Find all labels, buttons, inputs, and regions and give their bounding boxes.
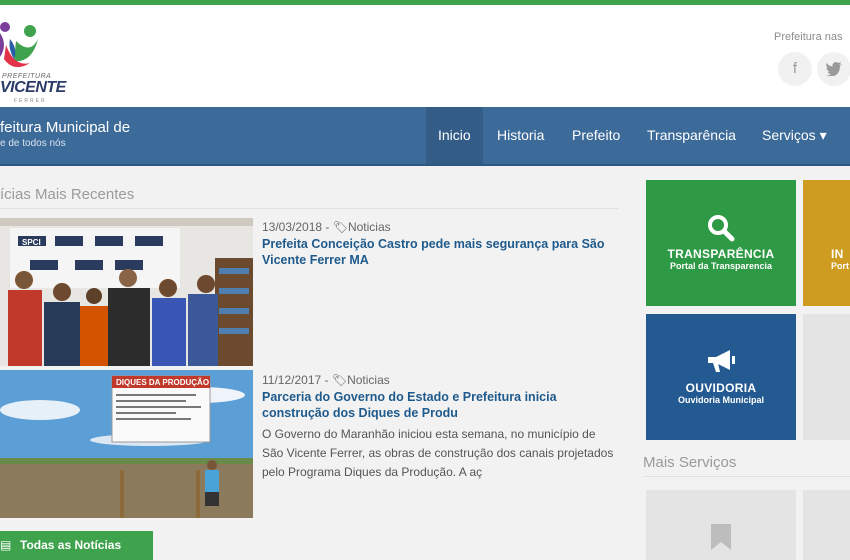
tile-title: IN [831,247,844,261]
news-meta-2: 11/12/2017 - 🏷Noticias [262,373,390,387]
section-divider [643,476,850,477]
sign-title: DIQUES DA PRODUÇÃO [116,378,209,387]
logo-name-text: VICENTE [0,79,66,96]
service-tile[interactable] [803,490,850,560]
tile-transparencia[interactable]: TRANSPARÊNCIA Portal da Transparencia [646,180,796,306]
tile-title: OUVIDORIA [685,381,757,395]
news-section-title: ícias Mais Recentes [0,186,135,203]
tile-info[interactable]: IN Port [803,180,850,306]
news-meta-1: 13/03/2018 - 🏷Noticias [262,220,391,234]
news-date: 13/03/2018 - [262,220,333,234]
news-image-2[interactable]: DIQUES DA PRODUÇÃO [0,370,253,518]
nav-historia[interactable]: Historia [485,107,556,164]
news-image-1[interactable]: SPCI [0,218,253,366]
service-tile[interactable] [646,490,796,560]
tile-title: TRANSPARÊNCIA [667,247,775,261]
nav-transparencia[interactable]: Transparência [635,107,748,164]
news-category[interactable]: Noticias [348,220,391,234]
logo-figures-icon [0,22,38,68]
section-divider [0,208,618,209]
site-subtitle: e de todos nós [0,138,66,149]
tile-subtitle: Ouvidoria Municipal [677,395,764,405]
all-news-button[interactable]: ▤ Todas as Notícias [0,531,153,560]
news-title-2[interactable]: Parceria do Governo do Estado e Prefeitu… [262,389,617,421]
list-icon: ▤ [0,538,12,552]
facebook-icon[interactable]: f [778,52,812,86]
news-excerpt-2: O Governo do Maranhão iniciou esta seman… [262,427,614,479]
nav-inicio[interactable]: Inicio [426,107,483,164]
site-header: PREFEITURA VICENTE FERRER Prefeitura nas… [0,5,850,107]
tag-icon: 🏷 [332,220,348,234]
news-title-1[interactable]: Prefeita Conceição Castro pede mais segu… [262,236,617,268]
news-date: 11/12/2017 - [262,373,332,387]
megaphone-icon [708,350,735,372]
nav-prefeito[interactable]: Prefeito [560,107,632,164]
tile-subtitle: Portal da Transparencia [669,261,773,271]
logo-sub-text: FERRER [14,98,47,104]
bookmark-icon [711,524,731,550]
tile-ouvidoria[interactable]: OUVIDORIA Ouvidoria Municipal [646,314,796,440]
main-navbar: feitura Municipal de e de todos nós Inic… [0,107,850,166]
all-news-label: Todas as Notícias [20,538,122,552]
news-category[interactable]: Noticias [347,373,390,387]
search-icon [708,215,735,242]
tag-icon: 🏷 [331,373,348,387]
more-services-title: Mais Serviços [643,454,737,471]
tile-placeholder[interactable] [803,314,850,440]
banner-text: SPCI [22,238,41,247]
twitter-icon[interactable] [817,52,850,86]
site-logo[interactable]: PREFEITURA VICENTE FERRER [0,15,70,105]
nav-servicos-dropdown[interactable]: Serviços ▾ [750,107,839,164]
site-title[interactable]: feitura Municipal de [0,119,130,136]
header-right-label: Prefeitura nas [774,31,843,43]
tile-subtitle: Port [831,261,849,271]
